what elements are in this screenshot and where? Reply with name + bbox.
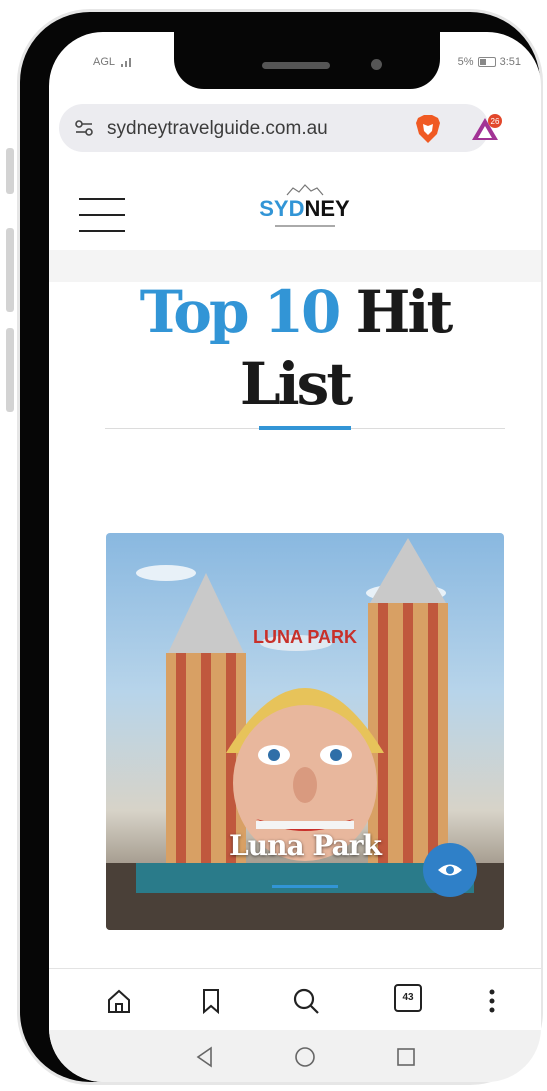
site-settings-icon[interactable] <box>75 120 93 136</box>
carrier-label: AGL <box>93 56 116 68</box>
battery-percent: 5% <box>457 56 474 68</box>
address-bar[interactable]: sydneytravelguide.com.au 26 <box>59 104 502 152</box>
logo-text: SYDNEY <box>259 196 350 222</box>
search-icon[interactable] <box>290 985 322 1017</box>
logo-underline <box>274 225 335 227</box>
front-camera <box>371 59 382 70</box>
site-logo[interactable]: SYDNEY <box>257 176 352 236</box>
signal-icon <box>121 57 135 67</box>
more-menu-icon[interactable] <box>476 985 508 1017</box>
recents-icon[interactable] <box>393 1044 419 1070</box>
title-rest: Hit <box>355 278 454 346</box>
logo-part-ney: NEY <box>304 196 350 221</box>
luna-park-sign: LUNA PARK <box>253 627 357 647</box>
skyline-icon <box>286 184 324 196</box>
view-button[interactable] <box>423 843 477 897</box>
brave-rewards-icon[interactable]: 26 <box>472 114 502 144</box>
status-right: 5% 3:51 <box>458 56 521 68</box>
side-button-bottom <box>6 328 14 412</box>
page-title: Top 10 Hit List <box>49 276 541 420</box>
speaker-grille <box>262 62 330 69</box>
phone-screen: AGL 5% 3:51 sydneytravelguide.com.au 26 … <box>49 32 541 1082</box>
bookmark-icon[interactable] <box>195 985 227 1017</box>
status-left: AGL <box>93 56 135 68</box>
browser-toolbar: 43 <box>49 968 541 1031</box>
rewards-badge-count: 26 <box>491 117 500 126</box>
notch <box>174 32 440 89</box>
url-text[interactable]: sydneytravelguide.com.au <box>107 118 328 140</box>
attraction-card[interactable]: LUNA PARK Luna Park <box>106 533 504 930</box>
card-title-underline <box>272 885 338 888</box>
title-divider-accent <box>259 426 351 430</box>
battery-icon <box>477 57 496 67</box>
logo-part-syd: SYD <box>259 196 305 221</box>
phone-frame: AGL 5% 3:51 sydneytravelguide.com.au 26 … <box>20 12 541 1082</box>
tabs-icon[interactable]: 43 <box>394 984 422 1012</box>
side-button-top <box>6 148 14 194</box>
title-accent: Top 10 <box>139 278 342 346</box>
site-header: SYDNEY <box>49 162 541 262</box>
eye-icon <box>438 864 462 876</box>
home-icon[interactable] <box>103 985 135 1017</box>
back-icon[interactable] <box>192 1044 218 1070</box>
clock: 3:51 <box>499 56 521 68</box>
status-bar: AGL 5% 3:51 <box>49 32 541 92</box>
side-button-middle <box>6 228 14 312</box>
hamburger-menu-icon[interactable] <box>79 196 125 234</box>
title-line2: List <box>239 350 353 418</box>
brave-shield-icon[interactable] <box>414 114 442 144</box>
nav-home-icon[interactable] <box>292 1044 318 1070</box>
system-navigation-bar <box>49 1030 541 1082</box>
